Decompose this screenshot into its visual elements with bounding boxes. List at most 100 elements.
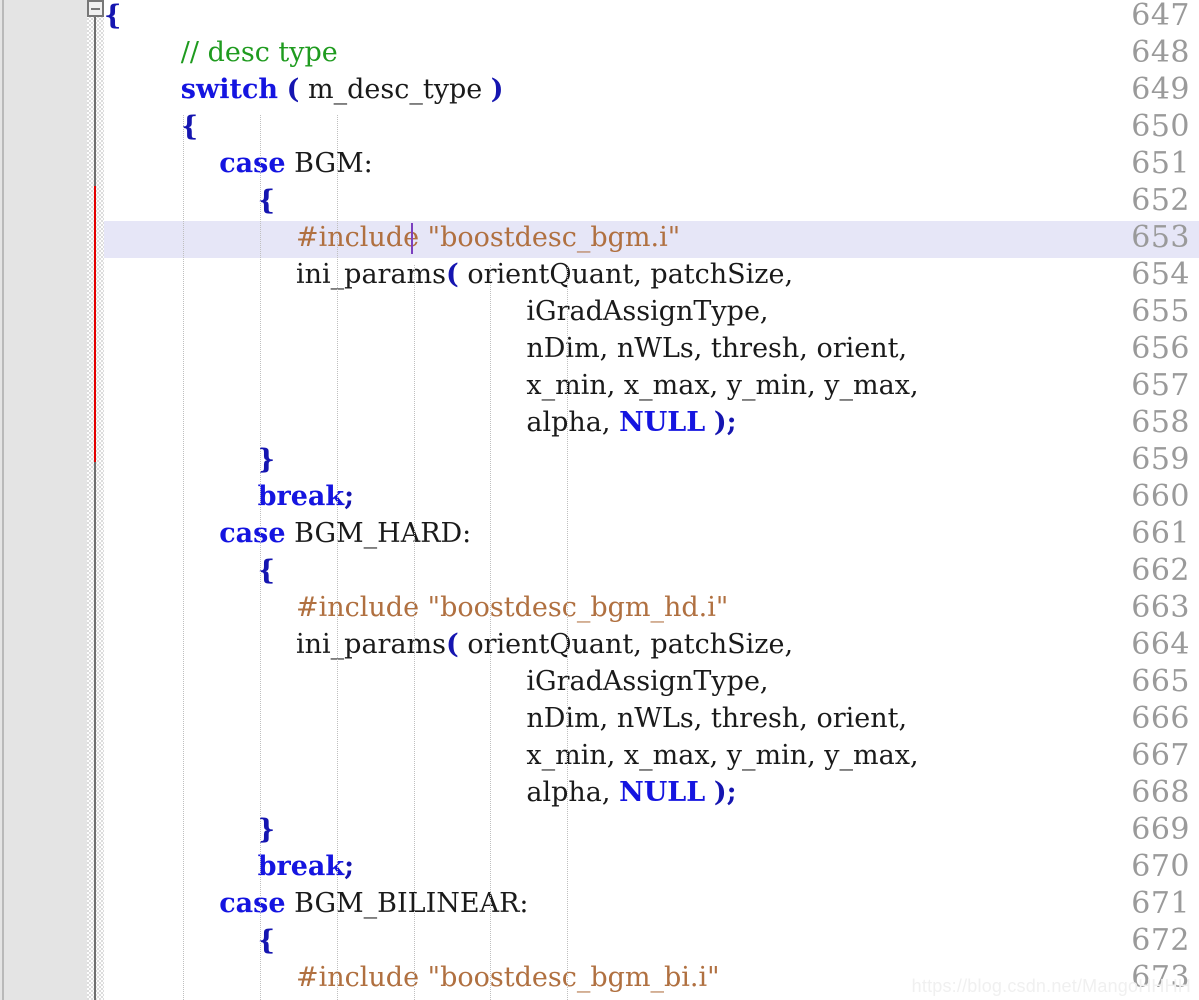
line-number: 657: [1131, 368, 1190, 403]
code-token-kw: case: [219, 888, 286, 919]
fold-scope-line: [94, 0, 96, 186]
code-line[interactable]: {: [104, 0, 121, 34]
code-line[interactable]: nDim, nWLs, thresh, orient,: [526, 330, 907, 367]
code-token-pre: #include: [296, 962, 420, 993]
code-line[interactable]: alpha, NULL );: [526, 404, 736, 441]
code-token-plain: BGM:: [285, 148, 373, 179]
minus-icon: [91, 8, 100, 10]
code-line[interactable]: ini_params( orientQuant, patchSize,: [296, 256, 793, 293]
indent-guide: [183, 115, 185, 1000]
code-token-comment: // desc type: [180, 37, 338, 68]
fold-toggle-icon[interactable]: [87, 0, 104, 17]
code-token-plain: nDim, nWLs, thresh, orient,: [526, 703, 908, 734]
watermark: https://blog.csdn.net/MangoHHHH: [911, 976, 1191, 996]
code-line[interactable]: switch ( m_desc_type ): [181, 71, 504, 108]
code-token-kw: break: [257, 851, 345, 882]
line-number: 663: [1131, 590, 1190, 625]
gutter-left-border: [2, 0, 4, 1000]
code-text-area[interactable]: {// desc type switch ( m_desc_type ){case…: [104, 0, 1199, 1000]
line-number: 655: [1131, 294, 1190, 329]
line-number: 661: [1131, 516, 1190, 551]
code-token-plain: iGradAssignType,: [526, 296, 769, 327]
code-token-kw: break: [257, 481, 345, 512]
indent-guide: [490, 265, 492, 1000]
code-line[interactable]: x_min, x_max, y_min, y_max,: [526, 737, 918, 774]
code-token-plain: ini_params: [296, 629, 447, 660]
line-number: 656: [1131, 331, 1190, 366]
line-number: 659: [1131, 442, 1190, 477]
code-line[interactable]: break;: [258, 478, 354, 515]
code-line[interactable]: // desc type: [181, 34, 338, 71]
line-number: 664: [1131, 627, 1190, 662]
code-token-punct: ): [490, 74, 504, 105]
line-number: 666: [1131, 701, 1190, 736]
code-line[interactable]: #include "boostdesc_bgm_hd.i": [296, 589, 728, 626]
code-line[interactable]: iGradAssignType,: [526, 663, 768, 700]
line-number: 660: [1131, 479, 1190, 514]
indent-guide: [414, 265, 416, 1000]
code-line[interactable]: case BGM_HARD:: [219, 515, 471, 552]
line-number: 652: [1131, 183, 1190, 218]
code-token-punct: ;: [726, 407, 737, 438]
code-token-plain: x_min, x_max, y_min, y_max,: [526, 370, 919, 401]
line-number: 648: [1131, 35, 1190, 70]
code-token-punct: (: [446, 259, 459, 290]
code-token-punct: {: [104, 0, 122, 31]
line-number: 670: [1131, 849, 1190, 884]
line-number: 650: [1131, 109, 1190, 144]
line-number: 647: [1131, 0, 1190, 33]
code-line[interactable]: iGradAssignType,: [526, 293, 768, 330]
code-token-str: "boostdesc_bgm_bi.i": [427, 962, 720, 993]
code-token-kw: NULL: [619, 407, 706, 438]
code-line[interactable]: nDim, nWLs, thresh, orient,: [526, 700, 907, 737]
code-token-kw: NULL: [619, 777, 706, 808]
code-token-str: "boostdesc_bgm_hd.i": [427, 592, 729, 623]
fold-scope-line: [94, 186, 96, 462]
code-token-plain: orientQuant, patchSize,: [458, 629, 794, 660]
line-number: 649: [1131, 72, 1190, 107]
code-token-plain: orientQuant, patchSize,: [458, 259, 794, 290]
line-number: 654: [1131, 257, 1190, 292]
code-token-punct: ): [713, 407, 727, 438]
code-line[interactable]: case BGM_BILINEAR:: [219, 885, 528, 922]
code-token-plain: alpha,: [526, 407, 620, 438]
code-token-punct: ;: [726, 777, 737, 808]
line-number: 651: [1131, 146, 1190, 181]
code-token-plain: x_min, x_max, y_min, y_max,: [526, 740, 919, 771]
code-line[interactable]: #include "boostdesc_bgm_bi.i": [296, 959, 720, 996]
indent-guide: [260, 115, 262, 1000]
code-token-plain: BGM_HARD:: [285, 518, 472, 549]
line-number: 653: [1131, 220, 1190, 255]
code-token-plain: alpha,: [526, 777, 620, 808]
line-number-gutter[interactable]: [0, 0, 87, 1000]
line-number: 668: [1131, 775, 1190, 810]
code-line[interactable]: case BGM:: [219, 145, 373, 182]
code-token-punct: ;: [344, 851, 355, 882]
code-token-str: "boostdesc_bgm.i": [427, 222, 681, 253]
code-line[interactable]: #include "boostdesc_bgm.i": [296, 219, 680, 256]
fold-scope-line: [94, 462, 96, 1000]
code-token-kw: switch: [180, 74, 279, 105]
code-token-kw: case: [219, 148, 286, 179]
code-token-punct: (: [286, 74, 300, 105]
code-token-punct: (: [446, 629, 459, 660]
line-number: 658: [1131, 405, 1190, 440]
code-line[interactable]: alpha, NULL );: [526, 774, 736, 811]
indent-guide: [337, 115, 339, 1000]
line-number: 669: [1131, 812, 1190, 847]
code-token-plain: m_desc_type: [299, 74, 491, 105]
line-number: 667: [1131, 738, 1190, 773]
code-line[interactable]: break;: [258, 848, 354, 885]
code-line[interactable]: ini_params( orientQuant, patchSize,: [296, 626, 793, 663]
line-number: 672: [1131, 923, 1190, 958]
code-token-pre: #include: [296, 592, 420, 623]
indent-guide: [567, 265, 569, 1000]
code-token-plain: ini_params: [296, 259, 447, 290]
code-line[interactable]: x_min, x_max, y_min, y_max,: [526, 367, 918, 404]
line-number: 665: [1131, 664, 1190, 699]
code-editor[interactable]: {// desc type switch ( m_desc_type ){case…: [0, 0, 1199, 1000]
